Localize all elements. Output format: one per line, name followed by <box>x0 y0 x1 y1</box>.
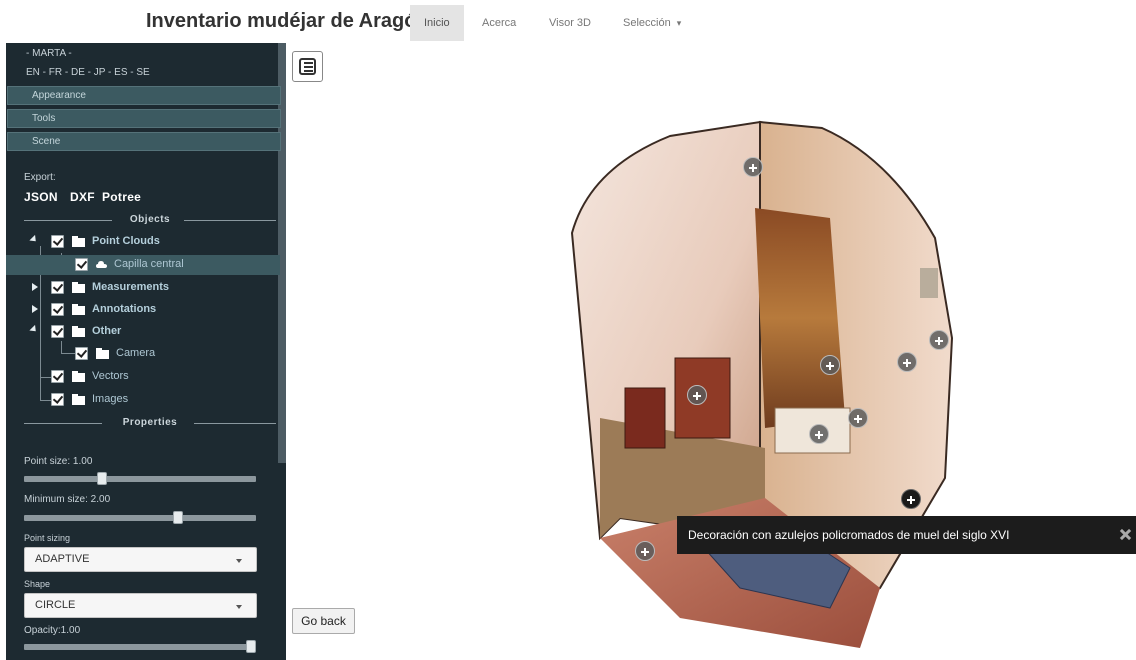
user-name: - MARTA - <box>26 48 72 59</box>
folder-icon <box>72 394 85 405</box>
tree-label: Point Clouds <box>92 235 160 247</box>
select-value: ADAPTIVE <box>35 553 90 565</box>
folder-icon <box>72 236 85 247</box>
checkbox[interactable] <box>51 303 64 316</box>
tree-label: Annotations <box>92 303 157 315</box>
slider-thumb[interactable] <box>97 472 107 485</box>
collapse-toggle-icon[interactable] <box>32 305 38 313</box>
minimum-size-slider[interactable] <box>24 511 256 524</box>
checkbox[interactable] <box>51 325 64 338</box>
site-title[interactable]: Inventario mudéjar de Aragón <box>146 10 429 33</box>
point-size-slider[interactable] <box>24 472 256 485</box>
go-back-button[interactable]: Go back <box>292 608 355 634</box>
checkbox[interactable] <box>51 370 64 383</box>
properties-divider: Properties <box>24 417 276 429</box>
annotation-marker[interactable] <box>848 408 868 428</box>
tree-node-images[interactable]: Images <box>6 390 280 410</box>
tree-node-point-clouds[interactable]: Point Clouds <box>6 232 280 252</box>
slider-thumb[interactable] <box>246 640 256 653</box>
minimum-size-label: Minimum size: 2.00 <box>24 494 111 505</box>
annotation-marker[interactable] <box>635 541 655 561</box>
annotation-marker[interactable] <box>929 330 949 350</box>
hamburger-menu-button[interactable] <box>292 51 323 82</box>
opacity-label: Opacity:1.00 <box>24 625 81 636</box>
point-cloud-render[interactable] <box>560 118 1000 658</box>
panel-scene[interactable]: Scene <box>7 132 281 151</box>
chevron-down-icon <box>236 605 242 609</box>
collapse-toggle-icon[interactable] <box>32 283 38 291</box>
nav-visor-3d[interactable]: Visor 3D <box>535 5 605 41</box>
annotation-marker[interactable] <box>897 352 917 372</box>
select-value: CIRCLE <box>35 599 76 611</box>
tree-label: Measurements <box>92 281 170 293</box>
tree-node-other[interactable]: Other <box>6 322 280 342</box>
annotation-tooltip: Decoración con azulejos policromados de … <box>677 516 1136 554</box>
tree-node-vectors[interactable]: Vectors <box>6 367 280 387</box>
export-label: Export: <box>24 172 56 183</box>
chevron-down-icon <box>236 559 242 563</box>
folder-icon <box>72 304 85 315</box>
opacity-slider[interactable] <box>24 640 256 653</box>
point-sizing-label: Point sizing <box>24 533 71 543</box>
panel-tools[interactable]: Tools <box>7 109 281 128</box>
close-icon[interactable] <box>1117 526 1135 544</box>
export-json-button[interactable]: JSON <box>24 190 58 204</box>
expand-toggle-icon[interactable] <box>29 324 39 335</box>
export-potree-button[interactable]: Potree <box>102 190 141 204</box>
shape-select[interactable]: CIRCLE <box>24 593 257 618</box>
nav-inicio[interactable]: Inicio <box>410 5 464 41</box>
folder-icon <box>72 282 85 293</box>
potree-sidebar: - MARTA - EN - FR - DE - JP - ES - SE Ap… <box>6 43 286 660</box>
tree-node-capilla-central[interactable]: Capilla central <box>6 255 280 275</box>
expand-toggle-icon[interactable] <box>29 234 39 245</box>
language-selector[interactable]: EN - FR - DE - JP - ES - SE <box>26 67 150 78</box>
folder-icon <box>72 371 85 382</box>
tree-label: Camera <box>116 347 156 359</box>
checkbox[interactable] <box>51 235 64 248</box>
nav-seleccion-dropdown[interactable]: Selección ▾ <box>609 5 695 41</box>
cloud-icon <box>96 261 107 268</box>
nav-acerca[interactable]: Acerca <box>468 5 530 41</box>
annotation-marker[interactable] <box>809 424 829 444</box>
chevron-down-icon: ▾ <box>676 18 682 28</box>
annotation-marker[interactable] <box>743 157 763 177</box>
tree-label: Images <box>92 393 129 405</box>
folder-icon <box>72 326 85 337</box>
tree-label: Other <box>92 325 122 337</box>
folder-icon <box>96 348 109 359</box>
point-sizing-select[interactable]: ADAPTIVE <box>24 547 257 572</box>
tree-node-camera[interactable]: Camera <box>6 344 280 364</box>
export-dxf-button[interactable]: DXF <box>70 190 95 204</box>
objects-divider: Objects <box>24 214 276 226</box>
tree-node-annotations[interactable]: Annotations <box>6 300 280 320</box>
hamburger-menu-icon <box>299 58 316 75</box>
tree-label: Vectors <box>92 370 129 382</box>
shape-label: Shape <box>24 579 51 589</box>
checkbox[interactable] <box>75 258 88 271</box>
annotation-marker[interactable] <box>820 355 840 375</box>
top-navbar: Inventario mudéjar de Aragón Inicio Acer… <box>0 0 1136 42</box>
nav-seleccion-label: Selección <box>623 17 671 29</box>
point-size-label: Point size: 1.00 <box>24 456 93 467</box>
tree-node-measurements[interactable]: Measurements <box>6 278 280 298</box>
checkbox[interactable] <box>51 393 64 406</box>
annotation-marker[interactable] <box>901 489 921 509</box>
tree-label: Capilla central <box>114 258 184 270</box>
checkbox[interactable] <box>75 347 88 360</box>
panel-appearance[interactable]: Appearance <box>7 86 281 105</box>
slider-thumb[interactable] <box>173 511 183 524</box>
annotation-marker[interactable] <box>687 385 707 405</box>
checkbox[interactable] <box>51 281 64 294</box>
